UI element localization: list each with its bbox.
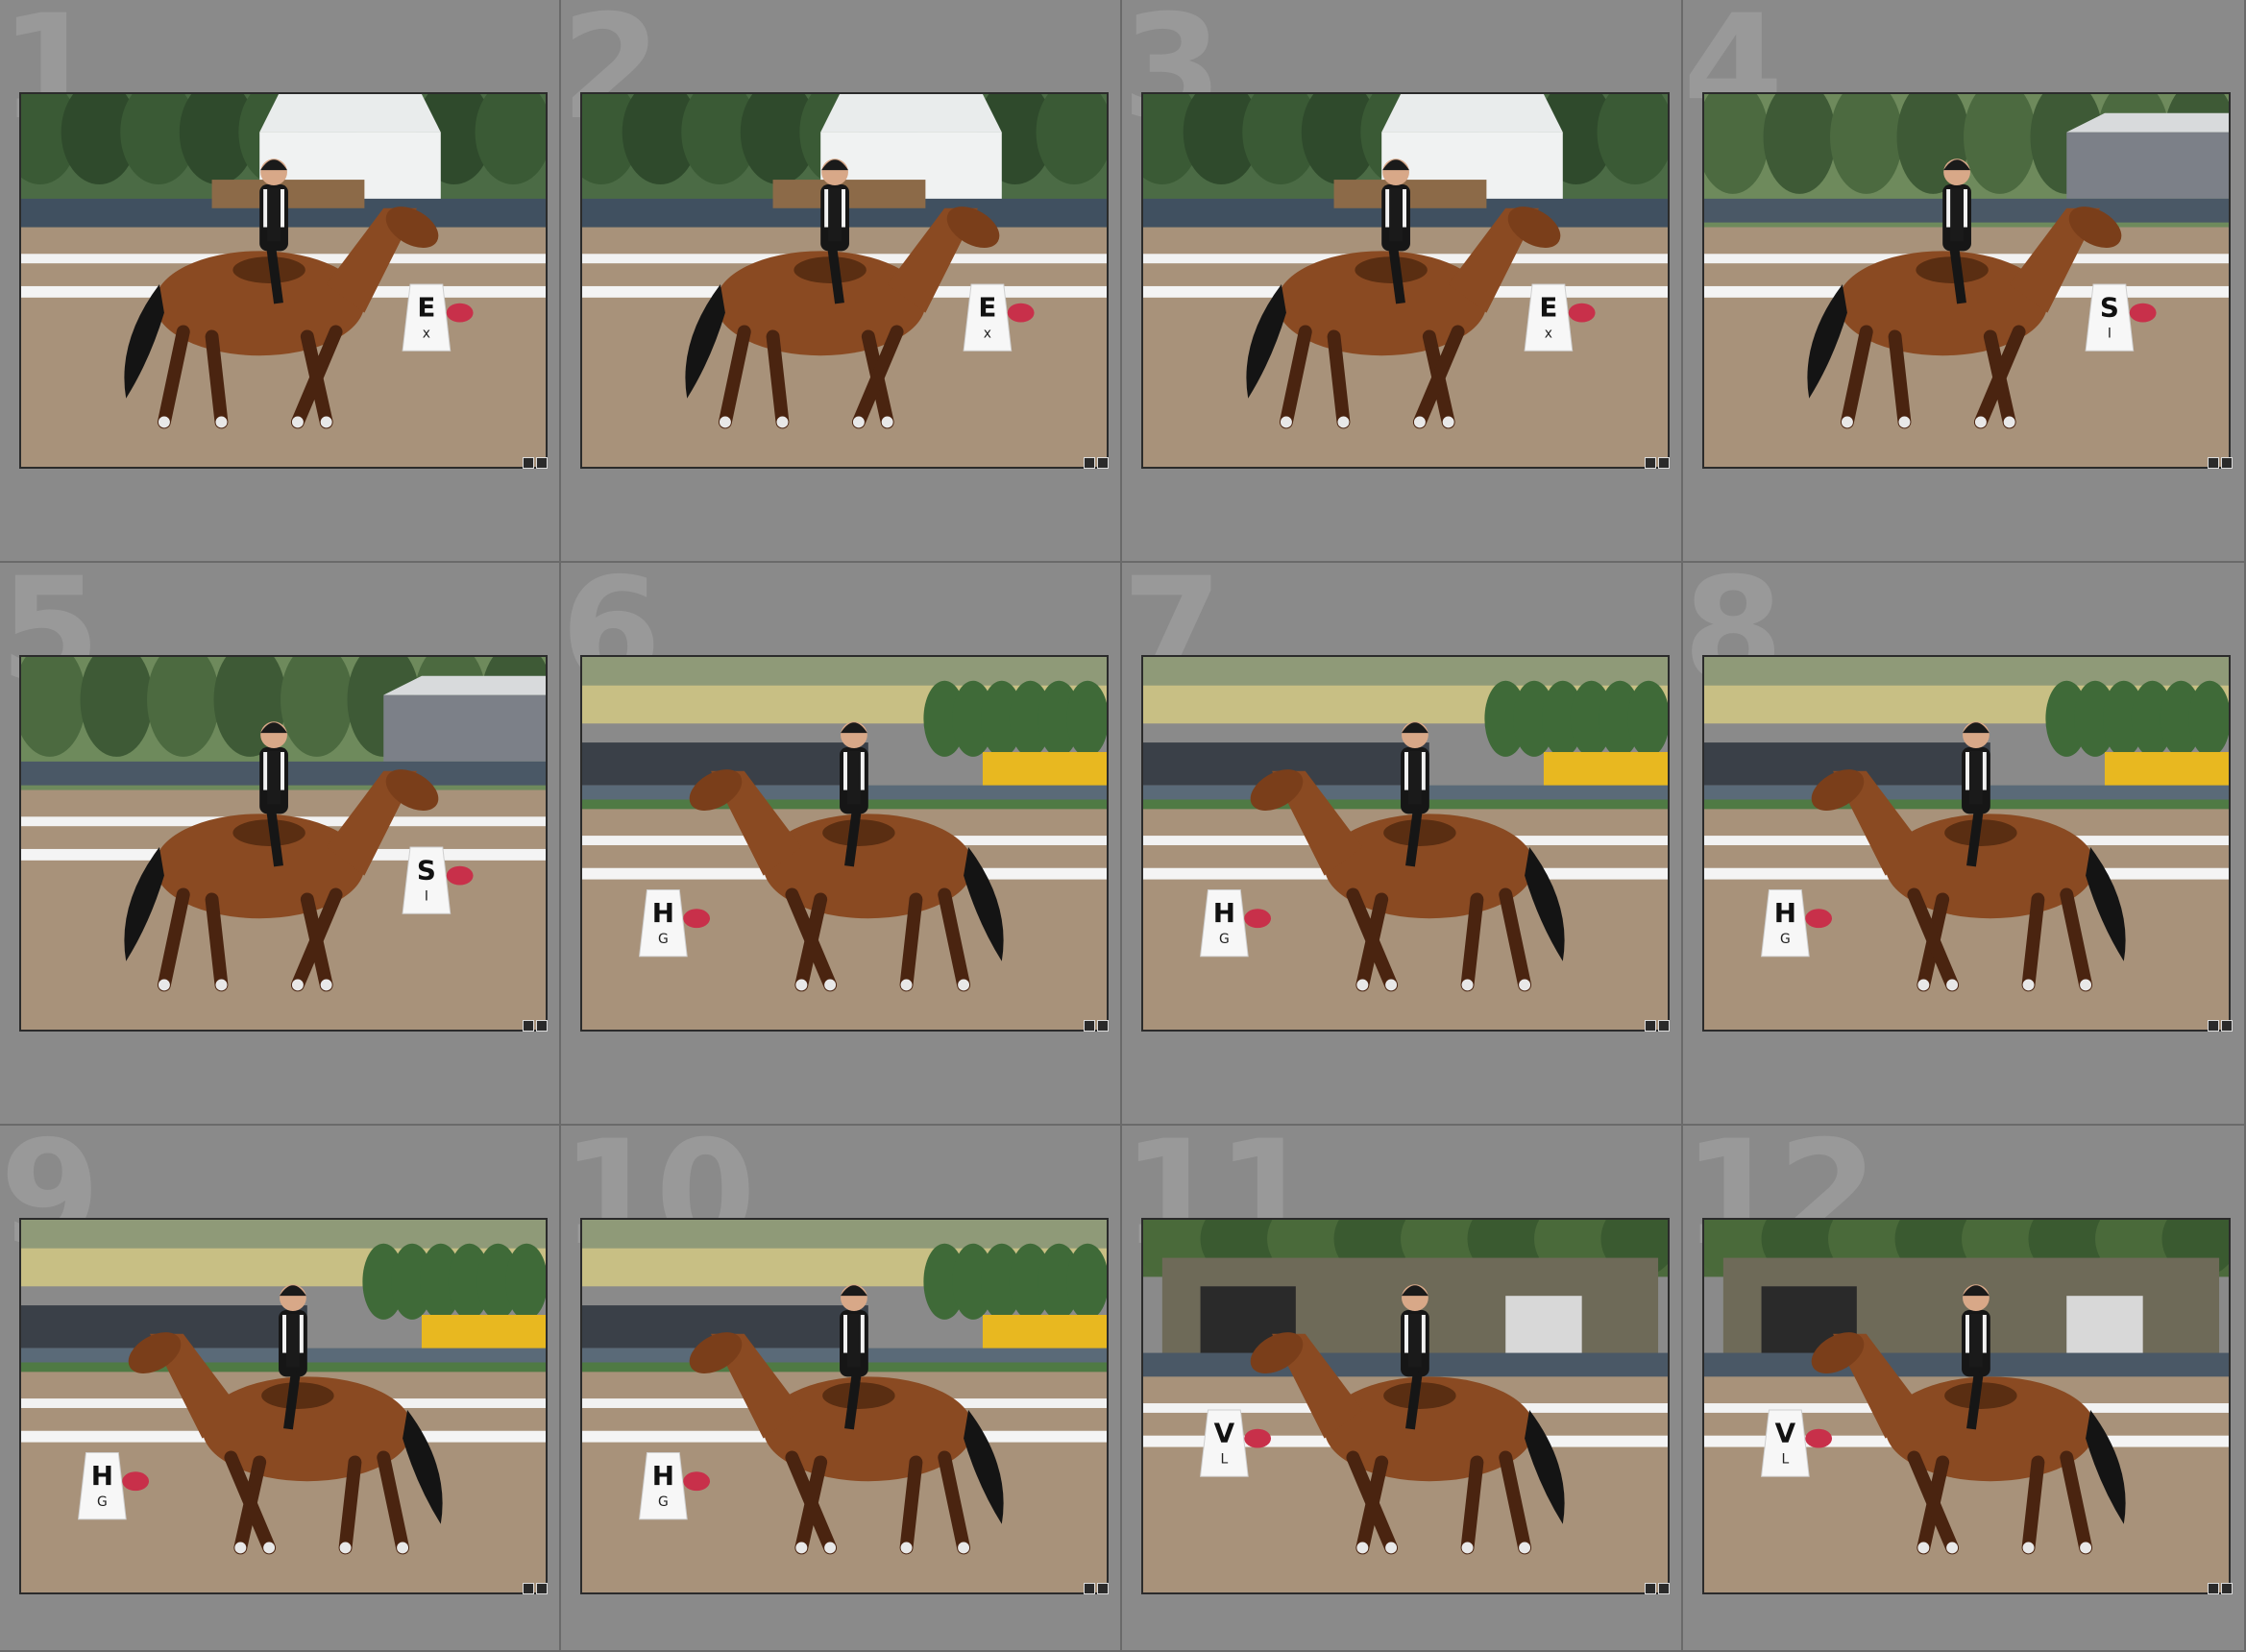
- svg-text:S: S: [417, 855, 436, 887]
- thumbnail-cell[interactable]: 5SI: [0, 563, 561, 1126]
- badge-part: [1645, 457, 1656, 469]
- svg-text:G: G: [97, 1494, 108, 1510]
- badge-part: [2208, 1020, 2219, 1032]
- badge-icon[interactable]: [1084, 1020, 1109, 1032]
- svg-text:L: L: [1221, 1451, 1229, 1467]
- svg-text:I: I: [2108, 326, 2112, 341]
- badge-part: [1097, 457, 1109, 469]
- badge-icon[interactable]: [2208, 457, 2233, 469]
- thumbnail-cell[interactable]: 4SI: [1683, 0, 2246, 563]
- svg-text:E: E: [978, 292, 996, 324]
- badge-icon[interactable]: [2208, 1020, 2233, 1032]
- thumbnail-image[interactable]: HG: [19, 1218, 548, 1594]
- badge-part: [523, 1020, 534, 1032]
- thumbnail-image[interactable]: VL: [1141, 1218, 1670, 1594]
- badge-icon[interactable]: [1084, 1583, 1109, 1594]
- thumbnail-cell[interactable]: 8HG: [1683, 563, 2246, 1126]
- svg-text:G: G: [1219, 932, 1230, 947]
- thumbnail-image[interactable]: HG: [1702, 655, 2231, 1032]
- thumbnail-image[interactable]: Ex: [19, 92, 548, 469]
- svg-text:H: H: [1774, 897, 1796, 929]
- badge-part: [2221, 457, 2233, 469]
- thumbnail-cell[interactable]: 10 H G: [561, 1126, 1122, 1652]
- badge-part: [2221, 1020, 2233, 1032]
- svg-text:x: x: [1545, 326, 1552, 341]
- thumbnail-cell[interactable]: 2Ex: [561, 0, 1122, 563]
- badge-icon[interactable]: [2208, 1583, 2233, 1594]
- thumbnail-image[interactable]: HG: [580, 655, 1109, 1032]
- badge-icon[interactable]: [1645, 1583, 1670, 1594]
- badge-part: [1658, 1583, 1670, 1594]
- badge-part: [536, 457, 548, 469]
- thumbnail-image[interactable]: HG: [580, 1218, 1109, 1594]
- thumbnail-image[interactable]: SI: [19, 655, 548, 1032]
- badge-part: [1084, 1020, 1095, 1032]
- svg-text:H: H: [652, 897, 674, 929]
- thumbnail-cell[interactable]: 12 V L: [1683, 1126, 2246, 1652]
- svg-text:V: V: [1214, 1418, 1235, 1449]
- badge-part: [1084, 1583, 1095, 1594]
- thumbnail-cell[interactable]: 9HG: [0, 1126, 561, 1652]
- badge-icon[interactable]: [523, 457, 548, 469]
- thumbnail-image[interactable]: Ex: [1141, 92, 1670, 469]
- badge-icon[interactable]: [1084, 457, 1109, 469]
- svg-text:E: E: [417, 292, 435, 324]
- thumbnail-cell[interactable]: 11 V L: [1122, 1126, 1683, 1652]
- thumbnail-cell[interactable]: 7HG: [1122, 563, 1683, 1126]
- badge-part: [2221, 1583, 2233, 1594]
- badge-part: [1084, 457, 1095, 469]
- thumbnail-image[interactable]: Ex: [580, 92, 1109, 469]
- svg-text:V: V: [1775, 1418, 1796, 1449]
- svg-text:H: H: [652, 1460, 674, 1492]
- badge-icon[interactable]: [1645, 1020, 1670, 1032]
- svg-text:L: L: [1782, 1451, 1790, 1467]
- thumbnail-grid: 1 Ex 2 Ex 3 Ex 4 S I 5 S I 6 H G 7 H G 8 H G 9 H G 10 H G 11 V L 12 V L: [0, 0, 2246, 1652]
- badge-part: [1658, 457, 1670, 469]
- badge-part: [523, 1583, 534, 1594]
- badge-part: [523, 457, 534, 469]
- svg-text:E: E: [1539, 292, 1557, 324]
- badge-part: [1097, 1020, 1109, 1032]
- thumbnail-image[interactable]: SI: [1702, 92, 2231, 469]
- badge-part: [536, 1583, 548, 1594]
- thumbnail-cell[interactable]: 1Ex: [0, 0, 561, 563]
- thumbnail-cell[interactable]: 3Ex: [1122, 0, 1683, 563]
- svg-text:G: G: [1780, 932, 1791, 947]
- badge-icon[interactable]: [523, 1020, 548, 1032]
- badge-icon[interactable]: [523, 1583, 548, 1594]
- thumbnail-image[interactable]: HG: [1141, 655, 1670, 1032]
- badge-part: [1645, 1583, 1656, 1594]
- svg-text:G: G: [658, 932, 669, 947]
- svg-text:H: H: [1213, 897, 1235, 929]
- svg-text:H: H: [91, 1460, 113, 1492]
- thumbnail-image[interactable]: VL: [1702, 1218, 2231, 1594]
- badge-icon[interactable]: [1645, 457, 1670, 469]
- svg-text:G: G: [658, 1494, 669, 1510]
- badge-part: [1645, 1020, 1656, 1032]
- svg-text:I: I: [425, 888, 428, 904]
- badge-part: [1658, 1020, 1670, 1032]
- svg-text:x: x: [423, 326, 430, 341]
- badge-part: [536, 1020, 548, 1032]
- badge-part: [1097, 1583, 1109, 1594]
- thumbnail-cell[interactable]: 6HG: [561, 563, 1122, 1126]
- svg-text:x: x: [984, 326, 991, 341]
- badge-part: [2208, 457, 2219, 469]
- svg-text:S: S: [2100, 292, 2119, 324]
- badge-part: [2208, 1583, 2219, 1594]
